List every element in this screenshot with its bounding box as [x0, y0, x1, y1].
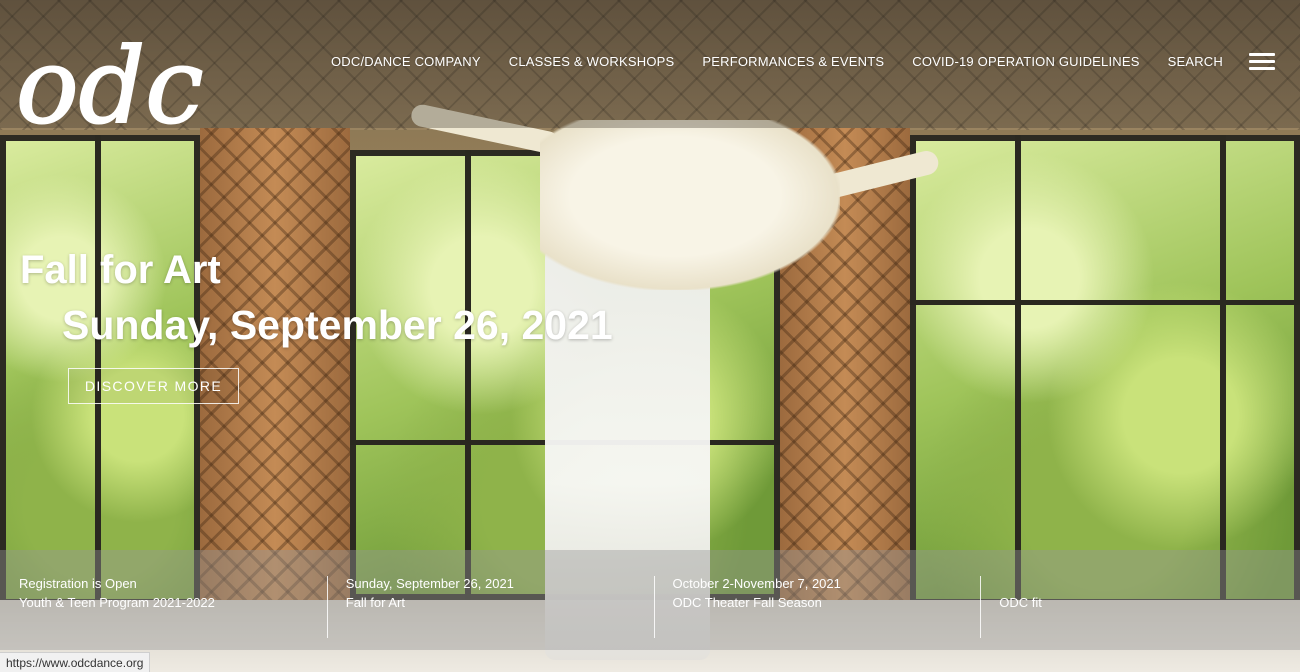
event-date: October 2-November 7, 2021 — [672, 576, 841, 591]
nav-item-covid-guidelines[interactable]: COVID-19 OPERATION GUIDELINES — [912, 54, 1139, 69]
window-frame — [910, 300, 1300, 305]
event-date — [999, 574, 1300, 593]
event-title: ODC fit — [999, 595, 1042, 610]
window-frame — [1220, 135, 1226, 605]
window-frame — [1015, 135, 1021, 605]
browser-status-url: https://www.odcdance.org — [0, 652, 151, 672]
event-title: ODC Theater Fall Season — [672, 595, 822, 610]
event-date: Sunday, September 26, 2021 — [345, 576, 514, 591]
event-title: Youth & Teen Program 2021-2022 — [19, 595, 215, 610]
event-item-fall-for-art[interactable]: Sunday, September 26, 2021 Fall for Art — [326, 550, 654, 650]
odc-logo[interactable]: odc — [15, 4, 226, 148]
hero-subtitle: Sunday, September 26, 2021 — [62, 302, 613, 348]
window-frame — [465, 150, 471, 600]
events-strip: Registration is Open Youth & Teen Progra… — [0, 550, 1300, 650]
event-item-youth-teen[interactable]: Registration is Open Youth & Teen Progra… — [0, 550, 327, 650]
window-right — [910, 135, 1300, 605]
discover-more-button[interactable]: DISCOVER MORE — [68, 368, 239, 404]
nav-item-search[interactable]: SEARCH — [1168, 54, 1223, 69]
site-header: odc ODC/DANCE COMPANY CLASSES & WORKSHOP… — [0, 0, 1300, 148]
menu-bar — [1249, 52, 1275, 56]
menu-bar — [1249, 66, 1275, 70]
svg-text:odc: odc — [16, 25, 203, 126]
hamburger-menu-icon[interactable] — [1249, 52, 1275, 70]
nav-item-classes-workshops[interactable]: CLASSES & WORKSHOPS — [509, 54, 675, 69]
event-date: Registration is Open — [19, 576, 137, 591]
dancer-lifted — [540, 120, 840, 290]
event-item-theater-fall-season[interactable]: October 2-November 7, 2021 ODC Theater F… — [653, 550, 981, 650]
hero-title: Fall for Art — [20, 248, 221, 292]
menu-bar — [1249, 59, 1275, 63]
event-item-odc-fit[interactable]: ODC fit — [980, 550, 1300, 650]
main-nav: ODC/DANCE COMPANY CLASSES & WORKSHOPS PE… — [331, 52, 1300, 70]
nav-item-performances-events[interactable]: PERFORMANCES & EVENTS — [702, 54, 884, 69]
odc-logo-icon: odc — [15, 24, 204, 148]
event-title: Fall for Art — [345, 595, 405, 610]
nav-item-odc-dance-company[interactable]: ODC/DANCE COMPANY — [331, 54, 481, 69]
